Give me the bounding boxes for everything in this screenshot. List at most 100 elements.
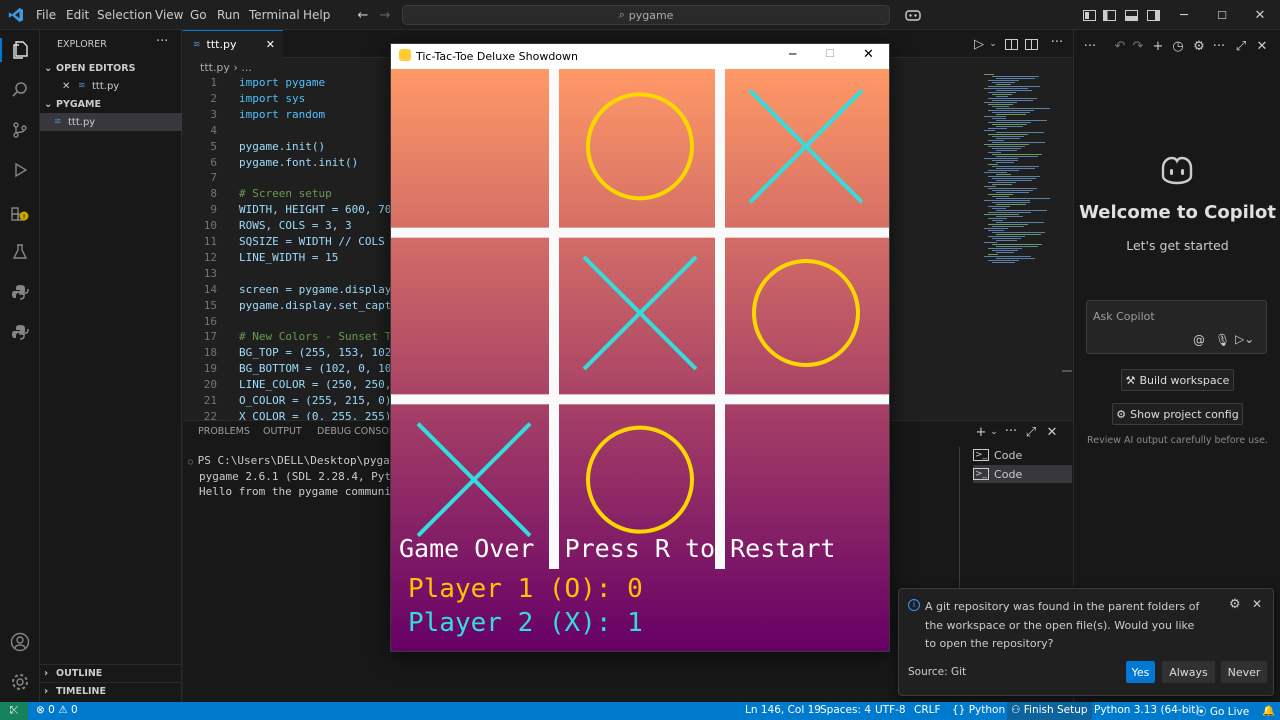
forward-arrow-icon[interactable]: → — [377, 7, 393, 23]
mention-icon[interactable]: @ — [1193, 333, 1205, 347]
minimap-line — [988, 212, 1031, 213]
outline-section[interactable]: › OUTLINE — [40, 664, 182, 682]
python-icon[interactable] — [8, 280, 32, 304]
finish-setup[interactable]: ⚇ Finish Setup — [1007, 702, 1092, 720]
end-of-line[interactable]: CRLF — [914, 704, 941, 716]
command-center-search[interactable]: ⌕ pygame — [402, 5, 890, 25]
customize-layout-icon[interactable] — [1081, 7, 1097, 23]
terminal-list-item[interactable]: >_ Code — [973, 465, 1072, 483]
notification-gear-icon[interactable]: ⚙ — [1229, 597, 1241, 612]
microphone-icon[interactable]: 🎙 — [1215, 333, 1230, 347]
open-editor-item[interactable]: ✕ ≋ ttt.py — [40, 77, 182, 95]
remote-indicator-icon[interactable]: ⤪ — [0, 702, 28, 720]
tab-problems[interactable]: PROBLEMS — [198, 426, 250, 437]
menu-file[interactable]: File — [36, 8, 56, 22]
file-item-ttt[interactable]: ≋ ttt.py — [40, 113, 182, 131]
game-maximize-icon[interactable]: ☐ — [825, 47, 835, 60]
menu-terminal[interactable]: Terminal — [249, 8, 300, 22]
menu-run[interactable]: Run — [217, 8, 240, 22]
maximize-icon[interactable]: ☐ — [1214, 7, 1230, 23]
go-live[interactable]: ⦿ Go Live — [1196, 704, 1249, 719]
python-interpreter[interactable]: Python 3.13 (64-bit) — [1094, 704, 1200, 716]
copilot-input[interactable]: Ask Copilot @ 🎙 ▷⌄ — [1086, 300, 1267, 354]
close-panel-icon[interactable]: ✕ — [1044, 424, 1060, 440]
source-control-icon[interactable] — [8, 118, 32, 142]
pygame-window[interactable]: Tic-Tac-Toe Deluxe Showdown ─ ☐ ✕ Game O… — [390, 43, 890, 652]
extensions-icon[interactable]: ! — [8, 200, 32, 224]
chevron-down-icon[interactable]: ⌄ — [986, 424, 1002, 440]
menu-edit[interactable]: Edit — [66, 8, 89, 22]
minimap-line — [984, 256, 1031, 257]
scrollbar-thumb[interactable] — [1062, 370, 1072, 372]
more-actions-icon[interactable]: ··· — [156, 34, 168, 49]
never-button[interactable]: Never — [1221, 661, 1267, 683]
player2-score: Player 2 (X): 1 — [408, 608, 643, 638]
settings-gear-icon[interactable] — [8, 670, 32, 694]
close-window-icon[interactable]: ✕ — [1252, 7, 1268, 23]
game-minimize-icon[interactable]: ─ — [789, 47, 796, 61]
language-mode[interactable]: {} Python — [952, 704, 1005, 716]
terminal-list-item[interactable]: >_ Code — [973, 446, 1073, 464]
undo-icon[interactable]: ↶ — [1112, 38, 1128, 54]
explorer-icon[interactable] — [0, 38, 40, 62]
editor-tab[interactable]: ≋ ttt.py ✕ — [183, 30, 283, 58]
python-environments-icon[interactable] — [8, 320, 32, 344]
folder-section-pygame[interactable]: ⌄ PYGAME — [40, 95, 182, 113]
maximize-panel-icon[interactable]: ⤢ — [1023, 424, 1039, 440]
close-icon[interactable]: ✕ — [62, 81, 74, 92]
menu-go[interactable]: Go — [190, 8, 207, 22]
new-chat-icon[interactable]: + — [1150, 38, 1166, 54]
redo-icon[interactable]: ↷ — [1130, 38, 1146, 54]
cursor-position[interactable]: Ln 146, Col 19 — [745, 704, 821, 716]
copilot-menu-icon[interactable] — [900, 7, 926, 23]
close-tab-icon[interactable]: ✕ — [266, 38, 275, 51]
game-close-icon[interactable]: ✕ — [863, 47, 874, 62]
menu-help[interactable]: Help — [303, 8, 330, 22]
breadcrumb-rest[interactable]: ... — [241, 61, 252, 74]
more-actions-icon[interactable]: ··· — [1211, 38, 1227, 54]
open-editors-section[interactable]: ⌄ OPEN EDITORS — [40, 59, 182, 77]
toggle-sidebar-icon[interactable] — [1101, 7, 1117, 23]
close-icon[interactable]: ✕ — [1254, 38, 1270, 54]
show-project-config-button[interactable]: ⚙ Show project config — [1112, 403, 1243, 425]
indentation[interactable]: Spaces: 4 — [820, 704, 871, 716]
split-editor-icon[interactable] — [1023, 36, 1039, 52]
encoding[interactable]: UTF-8 — [875, 704, 906, 716]
settings-gear-icon[interactable]: ⚙ — [1191, 38, 1207, 54]
build-workspace-button[interactable]: ⚒ Build workspace — [1121, 369, 1234, 391]
copilot-icon: ⚇ — [1011, 704, 1024, 716]
notifications-bell-icon[interactable]: 🔔 — [1262, 704, 1275, 717]
game-canvas[interactable]: Game Over Press R to Restart Player 1 (O… — [391, 69, 889, 651]
board-svg[interactable] — [391, 69, 889, 651]
open-changes-icon[interactable] — [1003, 36, 1019, 52]
back-arrow-icon[interactable]: ← — [355, 7, 371, 23]
minimize-icon[interactable]: ─ — [1176, 7, 1192, 23]
maximize-icon[interactable]: ⤢ — [1233, 38, 1249, 54]
toggle-panel-icon[interactable] — [1123, 7, 1139, 23]
search-text: pygame — [628, 8, 674, 22]
testing-icon[interactable] — [8, 240, 32, 264]
tab-output[interactable]: OUTPUT — [263, 426, 302, 437]
tab-debug-console[interactable]: DEBUG CONSOLE — [317, 426, 400, 437]
send-icon[interactable]: ▷⌄ — [1235, 332, 1254, 346]
search-icon[interactable] — [8, 78, 32, 102]
more-actions-icon[interactable]: ··· — [1003, 423, 1019, 439]
notification-close-icon[interactable]: ✕ — [1252, 597, 1262, 611]
chevron-down-icon[interactable]: ⌄ — [985, 36, 1001, 52]
more-actions-icon[interactable]: ··· — [1082, 38, 1098, 54]
terminal-output[interactable]: ○ PS C:\Users\DELL\Desktop\pygame> pygam… — [188, 453, 411, 499]
menu-selection[interactable]: Selection — [97, 8, 152, 22]
always-button[interactable]: Always — [1162, 661, 1215, 683]
toggle-secondary-sidebar-icon[interactable] — [1145, 7, 1161, 23]
problems-status[interactable]: ⊗ 0 ⚠ 0 — [36, 704, 78, 716]
run-debug-icon[interactable] — [8, 158, 32, 182]
terminal-split-divider[interactable] — [959, 447, 960, 607]
minimap[interactable] — [980, 72, 1060, 272]
history-icon[interactable]: ◷ — [1170, 38, 1186, 54]
more-actions-icon[interactable]: ··· — [1049, 34, 1065, 50]
account-icon[interactable] — [8, 630, 32, 654]
yes-button[interactable]: Yes — [1126, 661, 1155, 683]
breadcrumb-file[interactable]: ttt.py — [200, 61, 230, 74]
timeline-section[interactable]: › TIMELINE — [40, 682, 182, 700]
menu-view[interactable]: View — [155, 8, 183, 22]
